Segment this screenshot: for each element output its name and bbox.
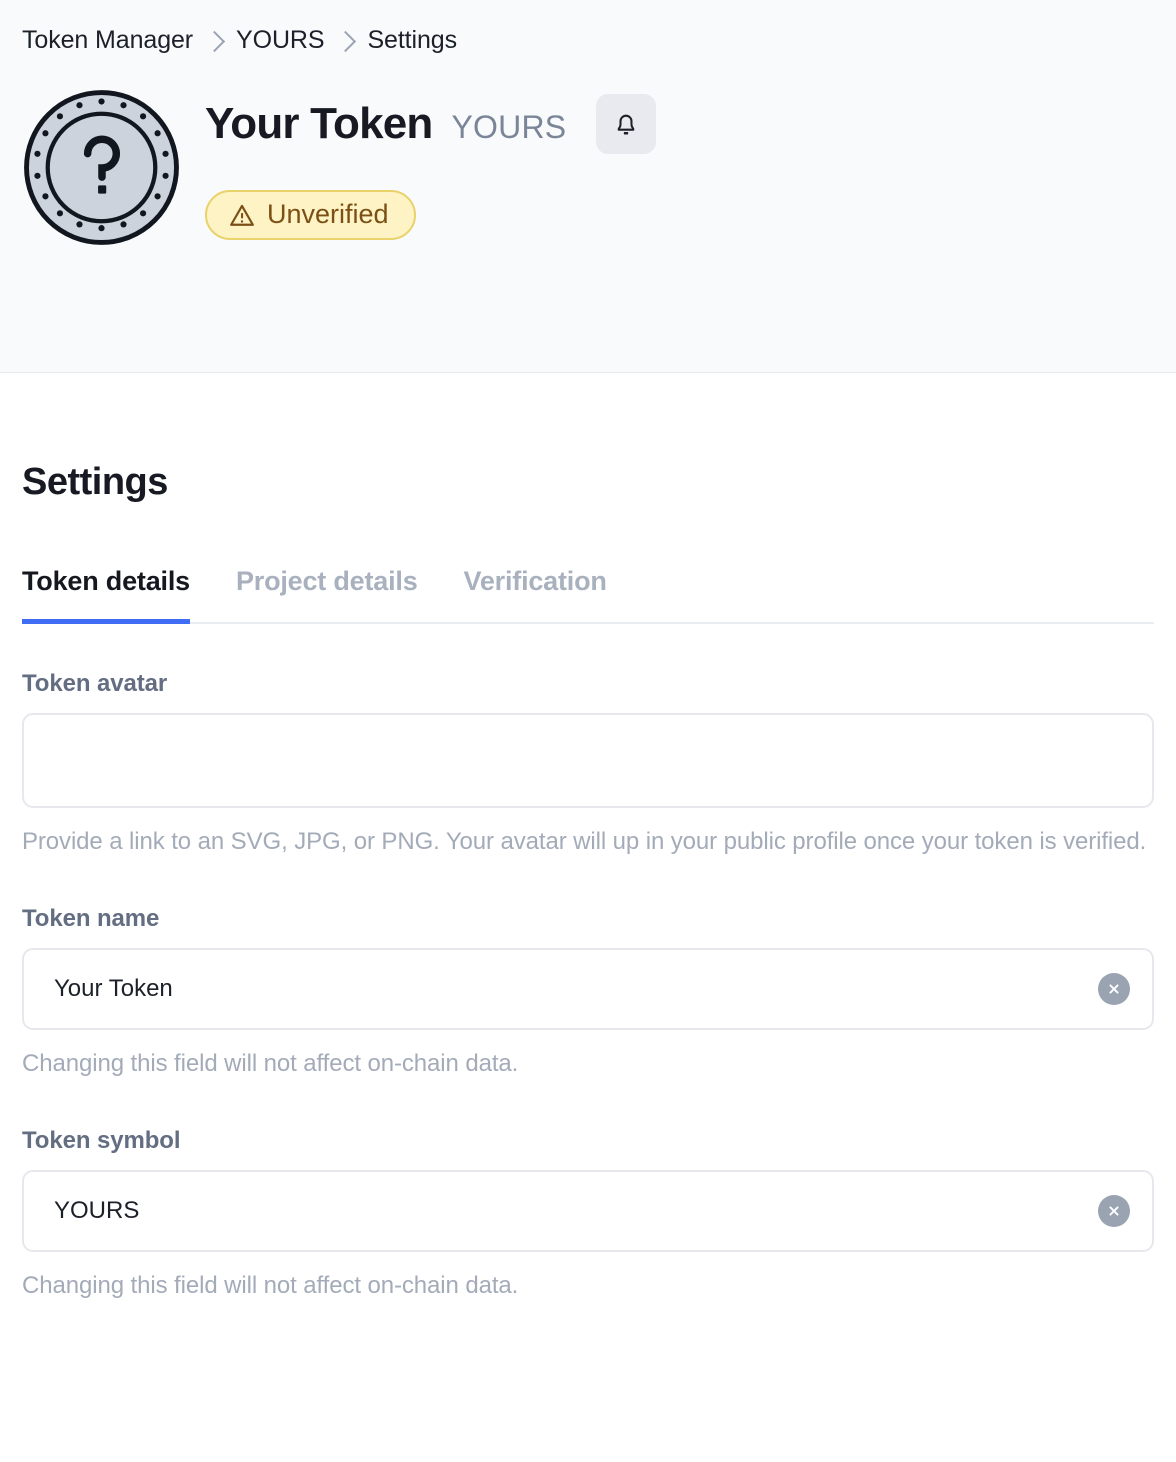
token-symbol-input-wrap [22,1170,1154,1253]
unknown-token-coin-icon [24,90,179,245]
breadcrumb-item-token-manager[interactable]: Token Manager [22,26,193,55]
token-name-helper: Changing this field will not affect on-c… [22,1050,519,1078]
clear-circle-icon [1109,984,1119,994]
field-token-symbol: Token symbol Changing this field will no… [22,1127,1154,1303]
token-symbol-clear-button[interactable] [1098,1195,1130,1228]
token-name-label: Token name [22,905,160,933]
token-avatar-helper: Provide a link to an SVG, JPG, or PNG. Y… [22,828,1147,855]
bell-icon [617,114,635,135]
token-symbol-input[interactable] [22,1170,1154,1253]
breadcrumb: Token Manager YOURS Settings [0,0,1176,64]
token-avatar-label: Token avatar [22,670,168,697]
chevron-right-icon [203,30,226,52]
settings-content: Settings Token details Project details V… [0,461,1176,1303]
page-token-symbol: YOURS [451,109,567,145]
token-avatar-input-wrap [22,713,1154,808]
token-header: Your Token YOURS Unverified [0,64,1176,249]
token-title-row: Your Token YOURS [205,94,657,154]
token-avatar-input[interactable] [22,713,1154,808]
token-symbol-label: Token symbol [22,1127,181,1155]
breadcrumb-item-settings: Settings [367,25,457,54]
field-token-avatar: Token avatar Provide a link to an SVG, J… [22,670,1154,859]
notifications-button[interactable] [596,94,657,154]
page-title: Settings [22,461,168,503]
settings-tabs: Token details Project details Verificati… [22,566,1154,624]
tab-token-details[interactable]: Token details [22,566,190,624]
token-name-input-wrap [22,948,1154,1031]
warning-triangle-icon [230,204,254,226]
page-token-name: Your Token [205,99,433,148]
token-symbol-helper: Changing this field will not affect on-c… [22,1272,519,1300]
clear-circle-icon [1109,1206,1119,1216]
status-badge-unverified[interactable]: Unverified [205,190,416,240]
field-token-name: Token name Changing this field will not … [22,905,1154,1081]
token-meta: Your Token YOURS Unverified [183,86,657,240]
token-name-clear-button[interactable] [1098,973,1130,1006]
chevron-right-icon [335,30,357,52]
tab-project-details[interactable]: Project details [236,566,418,624]
page-header: Token Manager YOURS Settings Your Token … [0,0,1176,373]
status-badge-label: Unverified [267,199,389,229]
token-name-input[interactable] [22,948,1154,1031]
tab-verification[interactable]: Verification [464,566,607,624]
breadcrumb-item-yours[interactable]: YOURS [236,26,325,55]
